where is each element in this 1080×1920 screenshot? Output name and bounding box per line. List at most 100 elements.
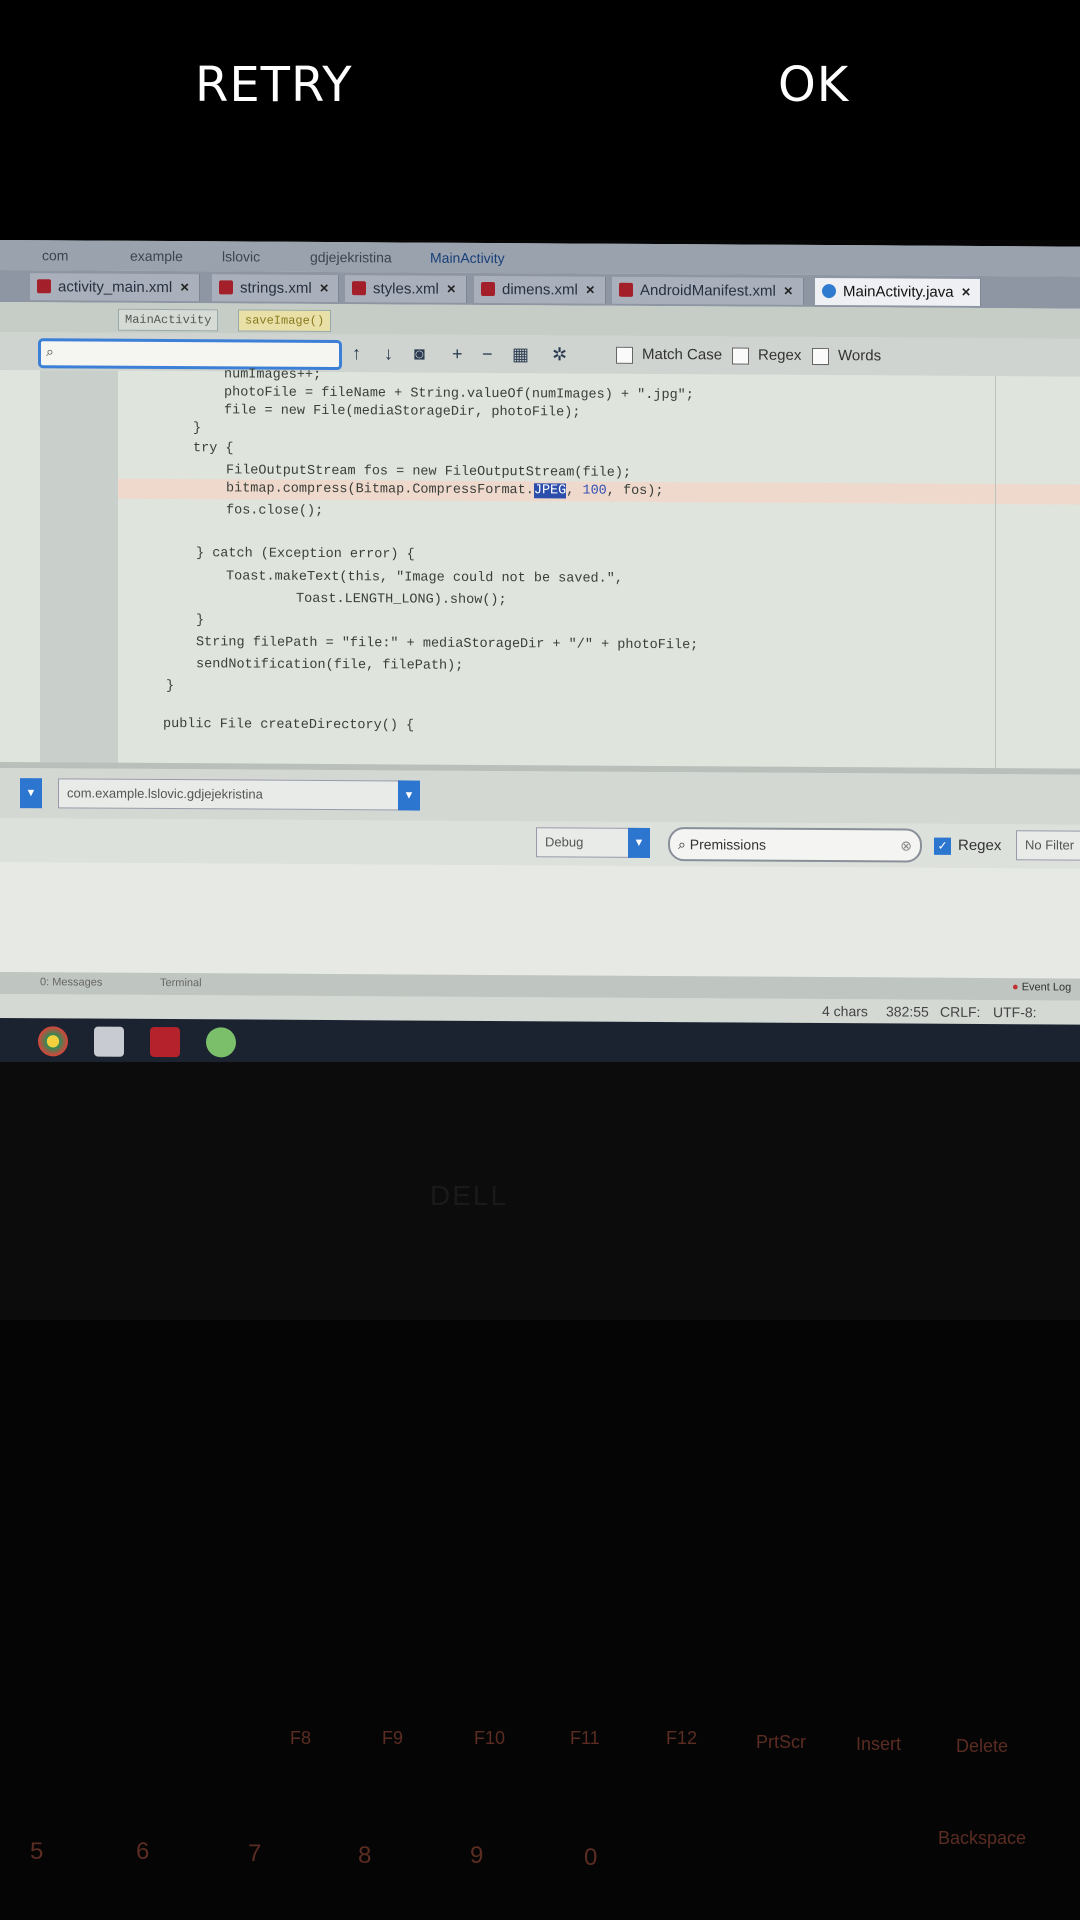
chevron-down-icon[interactable]: ▼ [628, 827, 650, 858]
code-line: public File createDirectory() { [163, 716, 415, 734]
chevron-down-icon[interactable]: ▼ [20, 778, 42, 809]
captured-photo: com example lslovic gdjejekristina MainA… [0, 240, 1080, 1920]
tab-label: dimens.xml [502, 281, 578, 299]
close-icon[interactable]: × [586, 282, 595, 299]
acrobat-icon[interactable] [150, 1026, 180, 1058]
log-level-select[interactable]: Debug [536, 827, 636, 858]
tab-android-manifest[interactable]: AndroidManifest.xml × [612, 276, 804, 305]
breadcrumb-item[interactable]: lslovic [222, 248, 260, 264]
tab-dimens[interactable]: dimens.xml × [474, 275, 606, 304]
logcat-search-input[interactable]: ⌕ Premissions ⊗ [668, 827, 922, 863]
tab-label: styles.xml [373, 280, 439, 298]
xml-file-icon [37, 279, 51, 294]
logcat-device-bar: ▼ com.example.lslovic.gdjejekristina ▼ [0, 768, 1080, 825]
method-chip[interactable]: saveImage() [238, 309, 332, 333]
remove-occurrence-icon[interactable]: − [482, 344, 493, 365]
chrome-icon[interactable] [38, 1026, 68, 1057]
select-all-icon[interactable]: ▦ [512, 344, 529, 365]
code-line: numImages++; [224, 367, 322, 383]
arrow-up-icon[interactable]: ↑ [352, 343, 361, 364]
keyboard-key: F10 [474, 1728, 506, 1748]
store-icon[interactable] [94, 1026, 124, 1057]
close-icon[interactable]: × [784, 283, 793, 300]
words-checkbox[interactable] [812, 347, 829, 366]
code-line: Toast.LENGTH_LONG).show(); [296, 591, 507, 609]
close-icon[interactable]: × [962, 284, 971, 301]
keyboard-key: Backspace [938, 1828, 1027, 1848]
breadcrumb-item[interactable]: MainActivity [430, 250, 505, 266]
android-studio-icon[interactable] [206, 1027, 236, 1058]
keyboard-key: F8 [290, 1728, 312, 1748]
keyboard-key: Insert [856, 1734, 902, 1754]
breadcrumb-item[interactable]: example [130, 248, 183, 264]
clear-icon[interactable]: ⊗ [900, 830, 912, 860]
event-log-button[interactable]: ● Event Log [1012, 981, 1071, 993]
ok-button[interactable]: OK [778, 50, 849, 120]
match-case-checkbox[interactable] [616, 346, 633, 364]
laptop-keyboard: F8 F9 F10 F11 F12 PrtScr Insert Delete B… [0, 1320, 1080, 1920]
right-margin-guide [995, 376, 996, 769]
code-line: FileOutputStream fos = new FileOutputStr… [226, 463, 632, 481]
code-editor[interactable]: numImages++; photoFile = fileName + Stri… [0, 367, 1080, 769]
arrow-down-icon[interactable]: ↓ [384, 343, 393, 364]
tab-styles[interactable]: styles.xml × [345, 275, 467, 303]
process-select[interactable]: com.example.lslovic.gdjejekristina [58, 778, 408, 811]
line-separator[interactable]: CRLF: [940, 1004, 980, 1020]
keyboard-key: 9 [470, 1842, 484, 1869]
keyboard-key: 8 [358, 1842, 372, 1869]
xml-file-icon [352, 281, 366, 296]
chevron-down-icon[interactable]: ▼ [398, 780, 420, 811]
retry-button[interactable]: RETRY [195, 50, 353, 120]
close-icon[interactable]: × [447, 281, 456, 298]
event-log-badge-icon: ● [1012, 981, 1022, 994]
keyboard-key: 0 [584, 1844, 598, 1871]
file-encoding[interactable]: UTF-8: [993, 1004, 1037, 1020]
close-icon[interactable]: × [180, 279, 189, 296]
tab-main-activity[interactable]: MainActivity.java × [815, 277, 982, 306]
camera-review-bar: RETRY OK [0, 0, 1080, 240]
add-occurrence-icon[interactable]: + [452, 344, 463, 365]
class-chip[interactable]: MainActivity [118, 308, 219, 332]
breadcrumb-item[interactable]: com [42, 247, 68, 263]
keyboard-key: 5 [30, 1838, 44, 1865]
code-line: Toast.makeText(this, "Image could not be… [226, 569, 623, 587]
tab-label: MainActivity.java [843, 283, 954, 301]
terminal-tool-button[interactable]: Terminal [160, 977, 202, 989]
keyboard-key: Delete [956, 1736, 1009, 1756]
laptop-bezel [0, 1062, 1080, 1322]
tab-label: AndroidManifest.xml [640, 281, 776, 300]
regex-label: Regex [758, 346, 802, 364]
find-input[interactable]: ⌕ [38, 338, 342, 371]
keyboard-key: F11 [570, 1728, 600, 1748]
code-line: file = new File(mediaStorageDir, photoFi… [224, 403, 581, 421]
words-label: Words [838, 347, 882, 365]
tab-strings[interactable]: strings.xml × [212, 274, 340, 303]
logcat-search-value: Premissions [689, 836, 766, 853]
regex-checkbox[interactable]: ✓ [934, 837, 951, 855]
keyboard-key: 6 [136, 1838, 150, 1865]
regex-label: Regex [958, 836, 1002, 855]
code-line: String filePath = "file:" + mediaStorage… [196, 635, 699, 654]
code-line: sendNotification(file, filePath); [196, 657, 464, 674]
event-log-label: Event Log [1021, 981, 1072, 994]
breadcrumb-item[interactable]: gdjejekristina [310, 249, 392, 265]
filter-select[interactable]: No Filter [1016, 830, 1080, 861]
settings-icon[interactable]: ✲ [552, 344, 567, 365]
keyboard-key: 7 [248, 1840, 262, 1867]
caret-position[interactable]: 382:55 [886, 1003, 929, 1019]
match-case-label: Match Case [642, 345, 723, 364]
selected-token: JPEG [533, 483, 567, 499]
find-bar: ⌕ ↑ ↓ ◙ + − ▦ ✲ Match Case Regex Words [0, 332, 1080, 377]
code-line: } [196, 613, 205, 629]
tab-activity-main[interactable]: activity_main.xml × [30, 273, 200, 302]
selection-chars: 4 chars [822, 1003, 868, 1020]
close-icon[interactable]: × [320, 280, 329, 297]
find-all-icon[interactable]: ◙ [414, 344, 425, 365]
logcat-output[interactable] [0, 862, 1080, 979]
regex-checkbox[interactable] [732, 347, 749, 365]
search-icon: ⌕ [678, 836, 690, 853]
messages-tool-button[interactable]: 0: Messages [40, 976, 102, 988]
windows-taskbar [0, 1018, 1080, 1069]
code-token: , [566, 483, 583, 499]
keyboard-key: F12 [666, 1728, 698, 1748]
